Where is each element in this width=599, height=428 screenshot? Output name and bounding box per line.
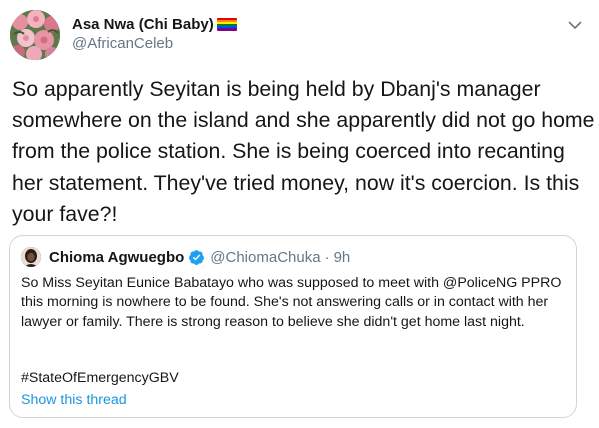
hashtag: #StateOfEmergencyGBV [21,370,179,386]
author-avatar[interactable] [10,10,60,60]
author-name-row[interactable]: Asa Nwa (Chi Baby) [72,14,237,34]
author-display-name[interactable]: Asa Nwa (Chi Baby) [72,16,214,33]
quoted-tweet-time[interactable]: 9h [334,249,351,266]
rainbow-flag-icon [216,17,237,31]
quoted-author-avatar[interactable] [21,247,41,267]
show-thread-link[interactable]: Show this thread [21,392,127,408]
author-handle[interactable]: @AfricanCeleb [72,35,173,52]
quoted-tweet[interactable]: Chioma Agwuegbo @ChiomaChuka · 9h So Mis… [9,235,577,418]
quoted-author-name[interactable]: Chioma Agwuegbo [49,249,184,266]
quoted-tweet-text: So Miss Seyitan Eunice Babatayo who was … [21,275,562,330]
chevron-down-icon[interactable] [566,16,584,34]
tweet-card: Asa Nwa (Chi Baby) @AfricanCeleb So appa… [0,0,599,428]
tweet-text: So apparently Seyitan is being held by D… [12,77,595,226]
rose-bouquet-avatar-icon [10,10,60,60]
quoted-author-handle[interactable]: @ChiomaChuka [210,249,320,266]
quoted-tweet-header: Chioma Agwuegbo @ChiomaChuka · 9h [21,246,350,268]
verified-badge-icon [188,249,205,266]
separator-dot: · [324,248,330,266]
